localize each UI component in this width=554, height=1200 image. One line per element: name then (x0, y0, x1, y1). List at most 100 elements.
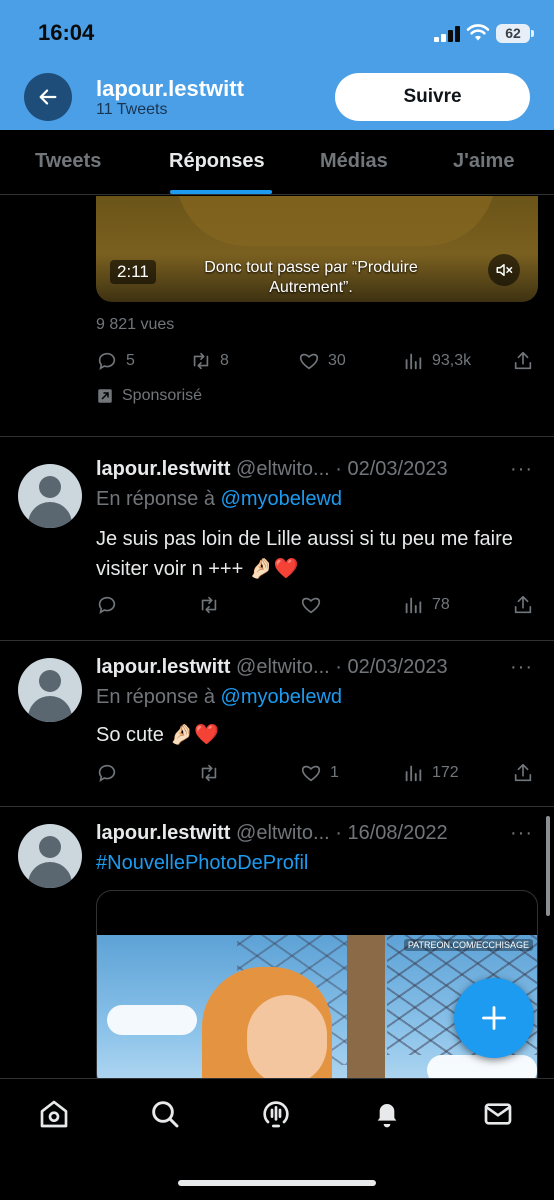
views-icon (405, 765, 422, 782)
image-cloud (107, 1005, 197, 1035)
like-count: 30 (328, 352, 346, 369)
sponsored-label-row: Sponsorisé (96, 387, 202, 405)
tweet-header: lapour.lestwitt @eltwito... · 02/03/2023 (96, 656, 448, 679)
views-button[interactable]: 78 (402, 594, 450, 616)
views-count: 172 (432, 764, 459, 781)
avatar-shoulders (28, 696, 72, 722)
views-count: 93,3k (432, 352, 472, 369)
avatar-head (39, 476, 61, 498)
reply-button[interactable] (96, 594, 126, 616)
share-icon (514, 595, 532, 614)
profile-header: 16:04 62 lapour.lestwitt 11 Tweets Suivr… (0, 0, 554, 130)
tab-replies[interactable]: Réponses (169, 150, 265, 173)
compose-button[interactable] (454, 978, 534, 1058)
avatar[interactable] (18, 464, 82, 528)
tweet-header: lapour.lestwitt @eltwito... · 02/03/2023 (96, 458, 448, 481)
wifi-icon (466, 24, 490, 41)
tweet-item[interactable]: lapour.lestwitt @eltwito... · 02/03/2023… (0, 436, 554, 640)
cellular-signal-icon (434, 26, 460, 42)
notifications-icon (377, 1104, 397, 1128)
more-icon[interactable]: ··· (510, 458, 533, 481)
promoted-video[interactable]: 2:11 Donc tout passe par “Produire Autre… (96, 196, 538, 302)
battery-nub (531, 30, 534, 37)
tweet-handle-date: @eltwito... · 02/03/2023 (236, 458, 448, 480)
tweet-author-name[interactable]: lapour.lestwitt (96, 822, 230, 844)
share-button[interactable] (512, 594, 534, 616)
tab-tweets[interactable]: Tweets (35, 150, 101, 173)
image-cloud (427, 1055, 537, 1078)
follow-button[interactable]: Suivre (335, 73, 530, 121)
reply-button[interactable] (96, 762, 126, 784)
profile-name: lapour.lestwitt (96, 76, 244, 101)
status-time: 16:04 (38, 20, 95, 45)
tweet-item[interactable]: lapour.lestwitt @eltwito... · 02/03/2023… (0, 640, 554, 806)
retweet-icon (201, 596, 217, 614)
more-icon[interactable]: ··· (510, 656, 533, 679)
avatar-head (39, 670, 61, 692)
nav-search[interactable] (148, 1097, 182, 1131)
tweet-actions: 1 172 (96, 762, 540, 786)
tweet-handle-date: @eltwito... · 02/03/2023 (236, 656, 448, 678)
retweet-button[interactable]: 8 (190, 350, 229, 372)
reply-mention[interactable]: @myobelewd (221, 488, 342, 510)
tweet-hashtag[interactable]: #NouvellePhotoDeProfil (96, 852, 308, 875)
reply-icon (98, 764, 116, 783)
scrollbar[interactable] (546, 816, 550, 916)
home-indicator[interactable] (178, 1180, 376, 1186)
reply-prefix: En réponse à (96, 488, 215, 510)
avatar-shoulders (28, 862, 72, 888)
search-icon (152, 1101, 179, 1128)
retweet-button[interactable] (198, 594, 228, 616)
mute-button[interactable] (488, 254, 520, 286)
sponsored-label: Sponsorisé (122, 387, 203, 404)
avatar[interactable] (18, 658, 82, 722)
battery-indicator: 62 (496, 24, 530, 43)
tweet-author-name[interactable]: lapour.lestwitt (96, 656, 230, 678)
reply-mention[interactable]: @myobelewd (221, 686, 342, 708)
reply-icon (98, 352, 116, 371)
nav-messages[interactable] (481, 1097, 515, 1131)
messages-icon (484, 1103, 512, 1125)
views-button[interactable]: 172 (402, 762, 459, 784)
like-button[interactable]: 1 (300, 762, 339, 784)
tweet-count: 11 Tweets (96, 101, 168, 118)
home-icon (40, 1100, 68, 1128)
nav-notifications[interactable] (370, 1097, 404, 1131)
profile-tabs: Tweets Réponses Médias J'aime (0, 130, 554, 195)
reply-button[interactable]: 5 (96, 350, 135, 372)
retweet-icon (201, 764, 217, 782)
tweet-header: lapour.lestwitt @eltwito... · 16/08/2022 (96, 822, 448, 845)
spaces-icon (263, 1101, 289, 1128)
feed[interactable]: 2:11 Donc tout passe par “Produire Autre… (0, 196, 554, 1078)
retweet-button[interactable] (198, 762, 228, 784)
tweet-text: Je suis pas loin de Lille aussi si tu pe… (96, 528, 513, 580)
avatar[interactable] (18, 824, 82, 888)
views-button[interactable]: 93,3k (402, 350, 471, 372)
promoted-icon (98, 389, 112, 403)
share-icon (514, 351, 532, 370)
share-button[interactable] (512, 350, 534, 372)
tweet-actions: 78 (96, 594, 540, 618)
back-button[interactable] (24, 73, 72, 121)
tweet-author-name[interactable]: lapour.lestwitt (96, 458, 230, 480)
reply-prefix: En réponse à (96, 686, 215, 708)
image-mast (347, 935, 385, 1078)
image-character-face (247, 995, 327, 1078)
tab-media[interactable]: Médias (320, 150, 388, 173)
views-icon (405, 353, 422, 370)
like-button[interactable]: 30 (298, 350, 346, 372)
nav-spaces[interactable] (259, 1097, 293, 1131)
like-icon (299, 353, 319, 370)
image-watermark: PATREON.COM/ECCHISAGE (403, 939, 533, 951)
like-button[interactable] (300, 594, 330, 616)
retweet-count: 8 (220, 352, 229, 369)
tab-likes[interactable]: J'aime (453, 150, 514, 173)
share-button[interactable] (512, 762, 534, 784)
reply-context: En réponse à @myobelewd (96, 488, 342, 511)
like-icon (301, 597, 321, 614)
tweet-handle-date: @eltwito... · 16/08/2022 (236, 822, 448, 844)
share-icon (514, 763, 532, 782)
reply-context: En réponse à @myobelewd (96, 686, 342, 709)
nav-home[interactable] (37, 1097, 71, 1131)
more-icon[interactable]: ··· (510, 822, 533, 845)
